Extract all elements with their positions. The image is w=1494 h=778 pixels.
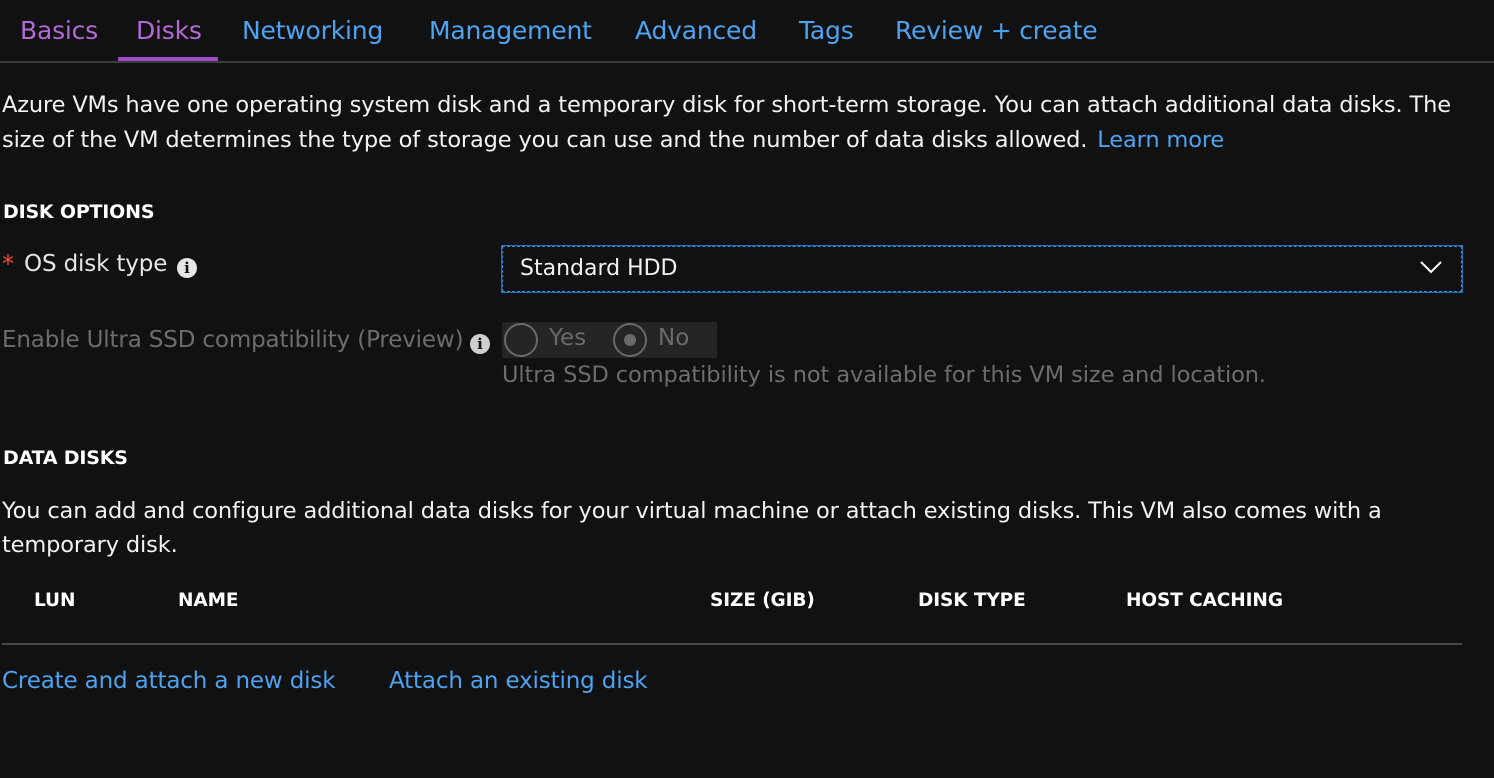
table-divider xyxy=(2,643,1462,645)
ultra-ssd-no-radio[interactable] xyxy=(613,323,647,357)
tab-tags[interactable]: Tags xyxy=(799,0,854,61)
column-header-name: NAME xyxy=(178,590,239,611)
data-disks-description: You can add and configure additional dat… xyxy=(2,498,1382,558)
learn-more-link[interactable]: Learn more xyxy=(1097,127,1224,153)
tab-review-create[interactable]: Review + create xyxy=(895,0,1098,61)
radio-selected-dot xyxy=(624,334,636,346)
tab-advanced[interactable]: Advanced xyxy=(635,0,757,61)
ultra-ssd-radio-group: Yes No xyxy=(502,322,717,358)
active-tab-indicator xyxy=(118,57,218,61)
ultra-ssd-no-label: No xyxy=(658,325,690,351)
column-header-host-caching: HOST CACHING xyxy=(1126,590,1283,611)
data-disks-heading: DATA DISKS xyxy=(3,447,128,469)
column-header-disk-type: DISK TYPE xyxy=(918,590,1026,611)
tab-management[interactable]: Management xyxy=(429,0,592,61)
intro-text: Azure VMs have one operating system disk… xyxy=(2,88,1482,158)
os-disk-type-label: OS disk type xyxy=(24,251,168,277)
tab-disks[interactable]: Disks xyxy=(136,0,202,61)
ultra-ssd-yes-radio[interactable] xyxy=(504,323,538,357)
wizard-tabs: Basics Disks Networking Management Advan… xyxy=(0,0,1494,63)
create-attach-new-disk-link[interactable]: Create and attach a new disk xyxy=(2,668,336,694)
tab-networking[interactable]: Networking xyxy=(242,0,383,61)
os-disk-type-value: Standard HDD xyxy=(520,256,678,281)
ultra-ssd-helper-text: Ultra SSD compatibility is not available… xyxy=(502,362,1266,388)
required-marker: * xyxy=(2,250,14,278)
disk-options-heading: DISK OPTIONS xyxy=(3,201,155,223)
column-header-lun: LUN xyxy=(34,590,76,611)
attach-existing-disk-link[interactable]: Attach an existing disk xyxy=(389,668,648,694)
os-disk-type-info-icon[interactable]: i xyxy=(177,258,197,278)
chevron-down-icon xyxy=(1420,261,1442,274)
intro-description: Azure VMs have one operating system disk… xyxy=(2,92,1451,153)
ultra-ssd-info-icon[interactable]: i xyxy=(470,334,490,354)
ultra-ssd-yes-label: Yes xyxy=(549,325,587,351)
tab-basics[interactable]: Basics xyxy=(20,0,98,61)
column-header-size: SIZE (GIB) xyxy=(710,590,815,611)
os-disk-type-dropdown[interactable]: Standard HDD xyxy=(501,245,1463,293)
ultra-ssd-label: Enable Ultra SSD compatibility (Preview) xyxy=(2,327,464,353)
